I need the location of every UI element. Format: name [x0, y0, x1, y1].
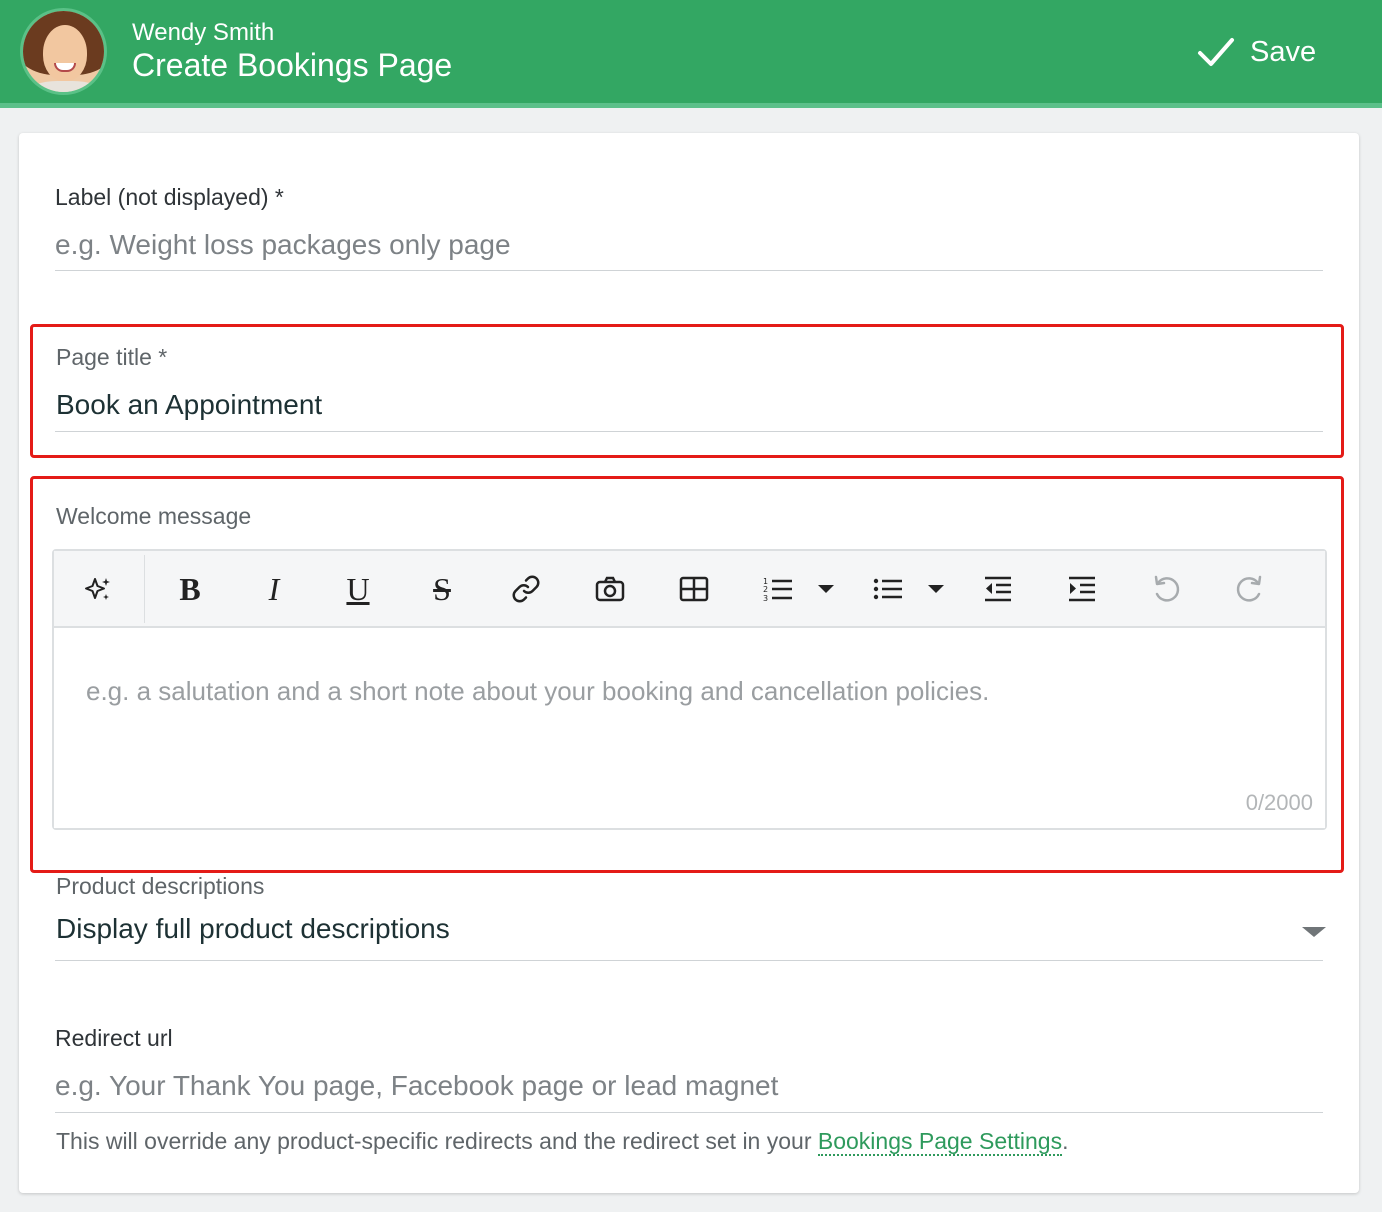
bookings-page-settings-link[interactable]: Bookings Page Settings	[817, 1128, 1063, 1156]
product-descriptions-select[interactable]: Display full product descriptions	[56, 913, 1286, 955]
label-underline	[55, 270, 1323, 271]
page-title: Create Bookings Page	[132, 47, 453, 83]
svg-text:2: 2	[763, 585, 768, 594]
bulleted-list-dropdown-icon[interactable]	[928, 585, 944, 593]
avatar-shirt	[27, 81, 103, 92]
page-title-field-label: Page title *	[56, 344, 168, 370]
page-title-underline	[55, 431, 1323, 432]
camera-icon[interactable]	[590, 569, 630, 609]
label-field-label: Label (not displayed) *	[55, 184, 284, 210]
indent-icon[interactable]	[1062, 569, 1102, 609]
welcome-message-label: Welcome message	[56, 503, 252, 529]
welcome-message-editor[interactable]	[54, 628, 1325, 828]
character-counter: 0/2000	[1245, 790, 1313, 815]
save-button[interactable]: Save	[1196, 30, 1316, 74]
bulleted-list-icon[interactable]	[868, 569, 908, 609]
label-input[interactable]	[55, 224, 1321, 266]
checkmark-icon	[1198, 38, 1234, 66]
redirect-url-label: Redirect url	[55, 1025, 173, 1051]
redirect-url-input[interactable]	[55, 1065, 1321, 1107]
underline-icon[interactable]: U	[338, 569, 378, 609]
redirect-url-helper: This will override any product-specific …	[56, 1128, 1069, 1156]
page-title-input[interactable]	[56, 384, 1322, 426]
table-icon[interactable]	[674, 569, 714, 609]
redirect-url-underline	[55, 1112, 1323, 1113]
link-icon[interactable]	[506, 569, 546, 609]
product-descriptions-underline	[55, 960, 1323, 961]
rich-text-editor: B I U S 123 0/2000	[52, 549, 1327, 830]
avatar-face	[43, 25, 87, 81]
numbered-list-icon[interactable]: 123	[758, 569, 798, 609]
italic-icon[interactable]: I	[254, 569, 294, 609]
app-header: Wendy Smith Create Bookings Page Save	[0, 0, 1382, 108]
toolbar-separator	[144, 555, 145, 623]
strikethrough-icon[interactable]: S	[422, 569, 462, 609]
user-name: Wendy Smith	[132, 19, 275, 46]
chevron-down-icon[interactable]	[1302, 927, 1326, 937]
undo-icon[interactable]	[1146, 569, 1186, 609]
bold-icon[interactable]: B	[170, 569, 210, 609]
avatar[interactable]	[20, 8, 107, 95]
save-button-label: Save	[1250, 35, 1317, 68]
editor-toolbar: B I U S 123	[54, 551, 1325, 628]
outdent-icon[interactable]	[978, 569, 1018, 609]
svg-text:3: 3	[763, 594, 768, 603]
product-descriptions-label: Product descriptions	[56, 873, 265, 899]
redo-icon[interactable]	[1230, 569, 1270, 609]
helper-text: This will override any product-specific …	[56, 1128, 818, 1154]
helper-end: .	[1062, 1128, 1069, 1154]
numbered-list-dropdown-icon[interactable]	[818, 585, 834, 593]
ai-sparkle-icon[interactable]	[78, 569, 118, 609]
